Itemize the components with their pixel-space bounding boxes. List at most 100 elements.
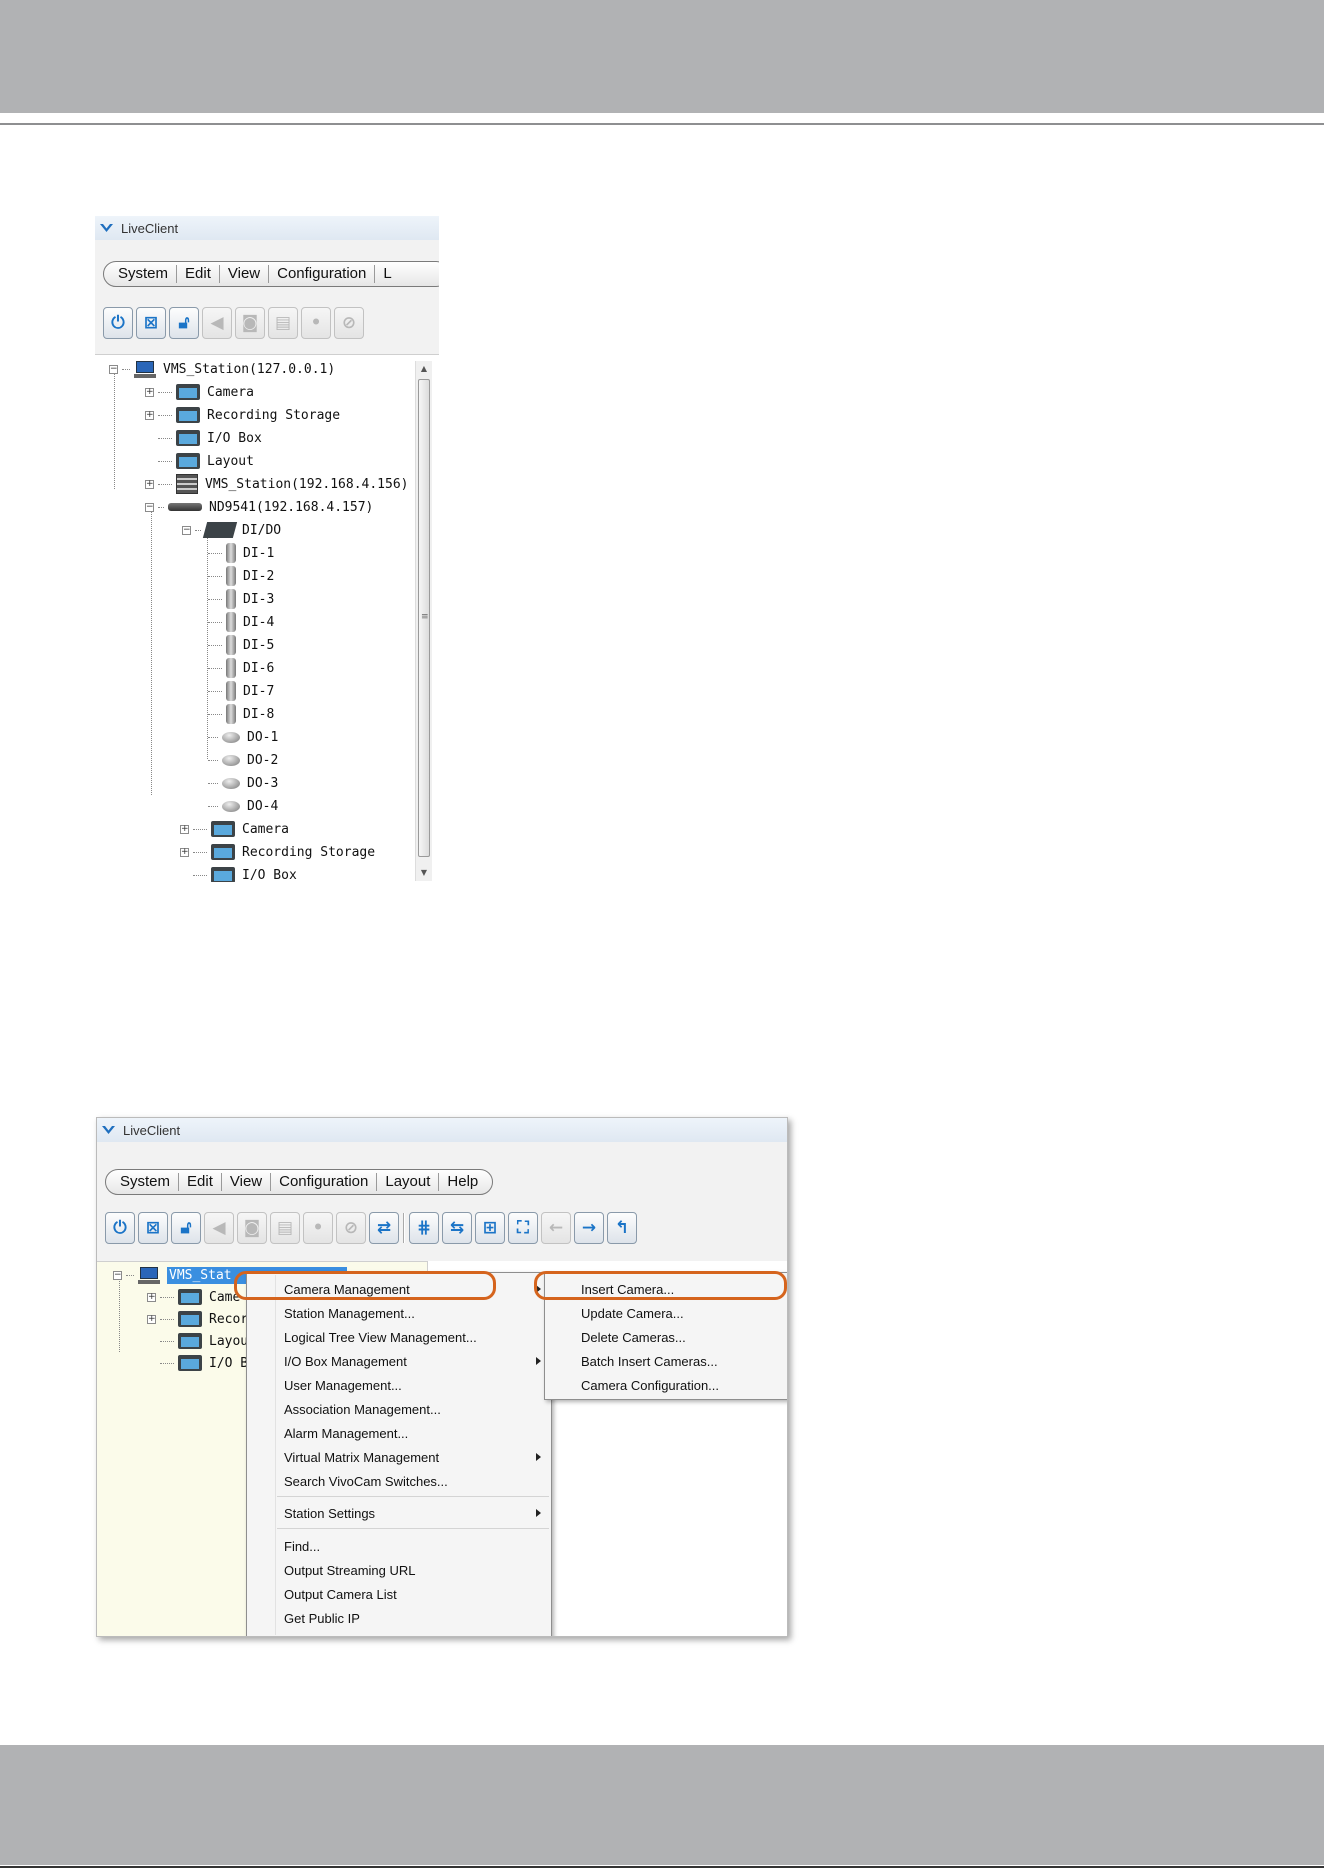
switch-icon[interactable]: ⇄: [369, 1212, 399, 1244]
ctx-output-camera-list[interactable]: Output Camera List: [247, 1582, 551, 1606]
tree-node-camera[interactable]: + Camera: [145, 381, 254, 403]
menu-edit[interactable]: Edit: [177, 265, 220, 283]
tree-node-io-box[interactable]: I/O Box: [158, 427, 262, 449]
camera-icon[interactable]: ◙: [237, 1212, 267, 1244]
menu-configuration[interactable]: Configuration: [271, 1173, 378, 1191]
ctx-station-management[interactable]: Station Management...: [247, 1301, 551, 1325]
tree-node-root[interactable]: − VMS_Station(127.0.0.1): [109, 358, 335, 380]
ctx-batch-insert-cameras[interactable]: Batch Insert Cameras...: [545, 1349, 787, 1373]
expand-icon[interactable]: +: [145, 479, 154, 489]
collapse-icon[interactable]: −: [109, 364, 118, 374]
tree-node-camera[interactable]: + Came: [147, 1286, 240, 1308]
power-icon[interactable]: ⏻: [105, 1212, 135, 1244]
tree-node-di[interactable]: DI-3: [208, 588, 274, 610]
grid-layout-icon[interactable]: ⊞: [475, 1212, 505, 1244]
menu-layout-truncated[interactable]: L: [375, 265, 399, 283]
ctx-output-streaming-url[interactable]: Output Streaming URL: [247, 1558, 551, 1582]
speaker-icon[interactable]: ◀: [202, 307, 232, 339]
speaker-icon[interactable]: ◀: [204, 1212, 234, 1244]
close-window-icon[interactable]: ⊠: [136, 307, 166, 339]
expand-icon[interactable]: +: [180, 824, 189, 834]
print-icon[interactable]: ▤: [268, 307, 298, 339]
print-icon[interactable]: ▤: [270, 1212, 300, 1244]
title-bar: LiveClient: [95, 216, 439, 240]
ctx-camera-configuration[interactable]: Camera Configuration...: [545, 1373, 787, 1397]
expand-icon[interactable]: +: [180, 847, 189, 857]
scrollbar-thumb[interactable]: ≡: [418, 379, 430, 857]
menu-view[interactable]: View: [220, 265, 270, 283]
forward-arrow-icon[interactable]: →: [574, 1212, 604, 1244]
no-sign-icon[interactable]: ⊘: [336, 1212, 366, 1244]
tree-node-di[interactable]: DI-7: [208, 680, 274, 702]
swap-icon[interactable]: ⇆: [442, 1212, 472, 1244]
tree-node-do[interactable]: DO-3: [208, 772, 278, 794]
menu-label: Station Settings: [284, 1505, 376, 1521]
tree-node-dido[interactable]: − DI/DO: [182, 519, 281, 541]
power-icon[interactable]: ⏻: [103, 307, 133, 339]
tree-node-io-box[interactable]: I/O B: [160, 1352, 248, 1374]
ctx-delete-cameras[interactable]: Delete Cameras...: [545, 1325, 787, 1349]
tree-label: VMS_Station(192.168.4.156): [205, 476, 409, 492]
menu-view[interactable]: View: [222, 1173, 272, 1191]
ctx-station-settings[interactable]: Station Settings: [247, 1501, 551, 1525]
tree-node-recording-storage[interactable]: + Recording Storage: [145, 404, 340, 426]
ctx-virtual-matrix-management[interactable]: Virtual Matrix Management: [247, 1445, 551, 1469]
folder-icon: [176, 430, 200, 446]
expand-icon[interactable]: +: [145, 410, 154, 420]
collapse-icon[interactable]: −: [182, 525, 191, 535]
tree-node-do[interactable]: DO-2: [208, 749, 278, 771]
ctx-user-management[interactable]: User Management...: [247, 1373, 551, 1397]
matrix-icon[interactable]: ⋕: [409, 1212, 439, 1244]
ctx-update-camera[interactable]: Update Camera...: [545, 1301, 787, 1325]
record-icon[interactable]: •: [303, 1212, 333, 1244]
ctx-find[interactable]: Find...: [247, 1534, 551, 1558]
tree-node-di[interactable]: DI-6: [208, 657, 274, 679]
tree-node-do[interactable]: DO-1: [208, 726, 278, 748]
tree-node-nd9541[interactable]: − ND9541(192.168.4.157): [145, 496, 373, 518]
ctx-association-management[interactable]: Association Management...: [247, 1397, 551, 1421]
menu-system[interactable]: System: [112, 1173, 180, 1191]
back-arrow-icon[interactable]: ←: [541, 1212, 571, 1244]
ctx-io-box-management[interactable]: I/O Box Management: [247, 1349, 551, 1373]
tree-node-di[interactable]: DI-8: [208, 703, 274, 725]
vertical-scrollbar[interactable]: ▲ ≡ ▼: [415, 361, 432, 881]
collapse-icon[interactable]: −: [145, 502, 154, 512]
tree-node-nd-recording-storage[interactable]: + Recording Storage: [180, 841, 375, 863]
menu-configuration[interactable]: Configuration: [269, 265, 376, 283]
tree-node-station2[interactable]: + VMS_Station(192.168.4.156): [145, 473, 409, 495]
tree-node-di[interactable]: DI-1: [208, 542, 274, 564]
tree-node-layout[interactable]: Layout: [158, 450, 254, 472]
menu-help[interactable]: Help: [439, 1173, 486, 1191]
lock-icon[interactable]: 🔓︎: [169, 307, 199, 339]
expand-icon[interactable]: +: [147, 1314, 156, 1324]
scroll-down-icon[interactable]: ▼: [416, 865, 432, 881]
camera-icon[interactable]: ◙: [235, 307, 265, 339]
tree-node-nd-camera[interactable]: + Camera: [180, 818, 289, 840]
menu-edit[interactable]: Edit: [179, 1173, 222, 1191]
tree-node-layout[interactable]: Layou: [160, 1330, 248, 1352]
expand-icon[interactable]: +: [147, 1292, 156, 1302]
menu-system[interactable]: System: [110, 265, 178, 283]
tree-node-nd-io-box[interactable]: I/O Box: [193, 864, 297, 882]
tree-node-di[interactable]: DI-2: [208, 565, 274, 587]
menu-label: Camera Configuration...: [581, 1377, 720, 1393]
ctx-logical-tree-view-management[interactable]: Logical Tree View Management...: [247, 1325, 551, 1349]
close-window-icon[interactable]: ⊠: [138, 1212, 168, 1244]
ctx-search-vivocam-switches[interactable]: Search VivoCam Switches...: [247, 1469, 551, 1493]
return-icon[interactable]: ↰: [607, 1212, 637, 1244]
lock-icon[interactable]: 🔓︎: [171, 1212, 201, 1244]
tree-node-di[interactable]: DI-5: [208, 634, 274, 656]
ctx-get-public-ip[interactable]: Get Public IP: [247, 1606, 551, 1630]
tree-node-recording[interactable]: + Recor: [147, 1308, 248, 1330]
server-icon: [176, 474, 198, 494]
collapse-icon[interactable]: −: [113, 1270, 122, 1280]
tree-node-do[interactable]: DO-4: [208, 795, 278, 817]
menu-layout[interactable]: Layout: [377, 1173, 440, 1191]
scroll-up-icon[interactable]: ▲: [416, 361, 432, 377]
tree-node-di[interactable]: DI-4: [208, 611, 274, 633]
fullscreen-icon[interactable]: ⛶: [508, 1212, 538, 1244]
ctx-alarm-management[interactable]: Alarm Management...: [247, 1421, 551, 1445]
no-sign-icon[interactable]: ⊘: [334, 307, 364, 339]
expand-icon[interactable]: +: [145, 387, 154, 397]
record-icon[interactable]: •: [301, 307, 331, 339]
